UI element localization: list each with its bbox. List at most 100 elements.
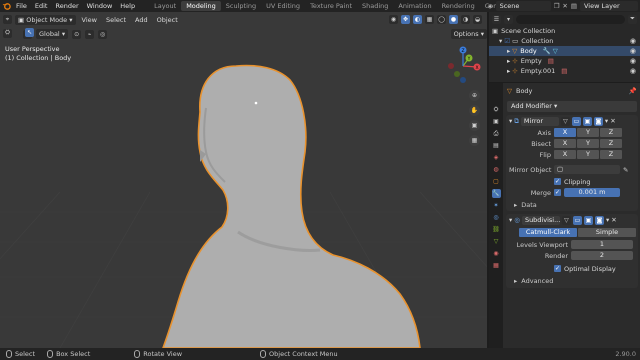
xray-icon[interactable]: ▦ xyxy=(425,15,434,24)
bisect-y-toggle[interactable]: Y xyxy=(577,139,599,148)
gizmo-toggle-icon[interactable]: ✥ xyxy=(401,15,410,24)
menu-file[interactable]: File xyxy=(12,2,31,10)
expand-arrow-icon[interactable]: ▸ xyxy=(507,47,510,55)
mirror-data-subpanel[interactable]: ▸ Data xyxy=(506,198,638,211)
edit-mode-toggle-icon[interactable]: ▽ xyxy=(560,116,570,126)
bisect-x-toggle[interactable]: X xyxy=(554,139,576,148)
axis-x-toggle[interactable]: X xyxy=(554,128,576,137)
outliner-item-empty-001[interactable]: ▸ ⊹ Empty.001 ▤ ◉ xyxy=(489,66,640,76)
copy-icon[interactable]: ❐ xyxy=(554,2,560,10)
scene-tab-icon[interactable]: ◈ xyxy=(492,153,501,162)
collapse-arrow-icon[interactable]: ▾ xyxy=(509,216,512,224)
edit-mode-toggle-icon[interactable]: ▽ xyxy=(561,215,571,225)
viewport-menu-add[interactable]: Add xyxy=(132,16,151,24)
eye-icon[interactable]: ◉ xyxy=(630,37,636,45)
tool-settings-icon[interactable]: ⛭ xyxy=(3,28,12,38)
eye-icon[interactable]: ◉ xyxy=(630,47,636,55)
camera-toggle-icon[interactable]: ◙ xyxy=(594,215,604,225)
checkbox-icon[interactable]: ☑ xyxy=(504,37,510,45)
realtime-toggle-icon[interactable]: ▭ xyxy=(571,116,581,126)
outliner-item-body[interactable]: ▸ ▽ Body 🔧 ▽ ◉ xyxy=(489,46,640,56)
tab-layout[interactable]: Layout xyxy=(149,1,181,11)
flip-x-toggle[interactable]: X xyxy=(554,150,576,159)
3d-viewport[interactable]: ⌖ ▣ Object Mode ▾ View Select Add Object… xyxy=(0,12,487,348)
optimal-display-checkbox[interactable]: ✓ xyxy=(554,265,561,272)
dropdown-arrow-icon[interactable]: ▾ xyxy=(606,216,609,224)
tool-tab-icon[interactable]: ⛭ xyxy=(492,105,501,114)
dropdown-arrow-icon[interactable]: ▾ xyxy=(605,117,608,125)
funnel-icon[interactable]: ⏷ xyxy=(628,14,637,24)
tab-sculpting[interactable]: Sculpting xyxy=(221,1,261,11)
collapse-arrow-icon[interactable]: ▾ xyxy=(509,117,512,125)
tab-animation[interactable]: Animation xyxy=(393,1,436,11)
navigation-gizmo[interactable]: X Y Z xyxy=(443,44,483,84)
simple-toggle[interactable]: Simple xyxy=(578,228,636,237)
physics-tab-icon[interactable]: ◎ xyxy=(492,213,501,222)
material-tab-icon[interactable]: ◉ xyxy=(492,249,501,258)
clipping-checkbox[interactable]: ✓ xyxy=(554,178,561,185)
outliner-scene-collection[interactable]: ▣ Scene Collection xyxy=(489,26,640,36)
menu-window[interactable]: Window xyxy=(83,2,117,10)
expand-arrow-icon[interactable]: ▸ xyxy=(507,67,510,75)
pin-icon[interactable]: 📌 xyxy=(629,87,637,95)
subdivision-name-field[interactable]: Subdivisi... xyxy=(521,215,560,225)
view-layer-selector[interactable]: View Layer xyxy=(580,1,638,11)
expand-arrow-icon[interactable]: ▸ xyxy=(514,201,517,209)
flip-y-toggle[interactable]: Y xyxy=(577,150,599,159)
particles-tab-icon[interactable]: ✶ xyxy=(492,201,501,210)
expand-arrow-icon[interactable]: ▸ xyxy=(514,277,517,285)
subdivision-modifier-header[interactable]: ▾ ◎ Subdivisi... ▽ ▭ ▣ ◙ ▾ ✕ xyxy=(506,214,638,226)
snap-icon[interactable]: ⌁ xyxy=(85,29,95,39)
data-tab-icon[interactable]: ▽ xyxy=(492,237,501,246)
proportional-edit-icon[interactable]: ◎ xyxy=(98,29,108,39)
neg-x-axis-handle[interactable] xyxy=(448,63,454,69)
outliner-filter-icon[interactable]: ▾ xyxy=(504,14,513,24)
merge-checkbox[interactable]: ✓ xyxy=(554,189,561,196)
material-shading-icon[interactable]: ◑ xyxy=(461,15,470,24)
rendered-shading-icon[interactable]: ◒ xyxy=(473,15,482,24)
viewport-menu-object[interactable]: Object xyxy=(154,16,181,24)
render-toggle-icon[interactable]: ▣ xyxy=(583,215,593,225)
solid-shading-icon[interactable]: ● xyxy=(449,15,458,24)
transform-orientation-dropdown[interactable]: Global ▾ xyxy=(36,29,69,39)
overlay-toggle-icon[interactable]: ◐ xyxy=(413,15,422,24)
pivot-icon[interactable]: ⊙ xyxy=(72,29,82,39)
scene-selector[interactable]: Scene xyxy=(495,1,551,11)
catmull-clark-toggle[interactable]: Catmull-Clark xyxy=(519,228,577,237)
constraints-tab-icon[interactable]: ⛓ xyxy=(492,225,501,234)
neg-y-axis-handle[interactable] xyxy=(454,71,460,77)
menu-help[interactable]: Help xyxy=(116,2,139,10)
tab-uv-editing[interactable]: UV Editing xyxy=(261,1,305,11)
flip-z-toggle[interactable]: Z xyxy=(600,150,622,159)
blender-logo-icon[interactable] xyxy=(0,0,12,12)
mirror-object-field[interactable]: ▢ xyxy=(554,165,620,174)
modifier-tab-icon[interactable]: 🔧 xyxy=(491,189,501,198)
eye-icon[interactable]: ◉ xyxy=(630,67,636,75)
outliner-item-collection[interactable]: ▾ ☑ ▭ Collection ◉ xyxy=(489,36,640,46)
remove-modifier-icon[interactable]: ✕ xyxy=(611,216,616,224)
object-mode-dropdown[interactable]: ▣ Object Mode ▾ xyxy=(15,14,76,25)
output-tab-icon[interactable]: ⎙ xyxy=(492,129,501,138)
render-toggle-icon[interactable]: ▣ xyxy=(582,116,592,126)
levels-viewport-field[interactable]: 1 xyxy=(571,240,633,249)
mirror-modifier-header[interactable]: ▾ ⧉ Mirror ▽ ▭ ▣ ◙ ▾ ✕ xyxy=(506,115,638,127)
add-modifier-dropdown[interactable]: Add Modifier ▾ xyxy=(507,101,637,112)
visibility-icon[interactable]: ◉ xyxy=(389,15,398,24)
neg-z-axis-handle[interactable] xyxy=(460,77,466,83)
outliner-item-empty[interactable]: ▸ ⊹ Empty ▤ ◉ xyxy=(489,56,640,66)
select-tool-button[interactable]: ↖ xyxy=(25,28,34,37)
bisect-z-toggle[interactable]: Z xyxy=(600,139,622,148)
view-layer-tab-icon[interactable]: ▤ xyxy=(492,141,501,150)
viewport-menu-view[interactable]: View xyxy=(79,16,100,24)
viewport-menu-select[interactable]: Select xyxy=(103,16,129,24)
render-tab-icon[interactable]: ▣ xyxy=(492,117,501,126)
outliner-search-input[interactable] xyxy=(516,14,625,24)
tab-shading[interactable]: Shading xyxy=(357,1,393,11)
camera-toggle-icon[interactable]: ◙ xyxy=(593,116,603,126)
camera-icon[interactable]: ▣ xyxy=(469,120,480,131)
world-tab-icon[interactable]: ◍ xyxy=(492,165,501,174)
render-levels-field[interactable]: 2 xyxy=(571,251,633,260)
texture-tab-icon[interactable]: ▦ xyxy=(492,261,501,270)
remove-modifier-icon[interactable]: ✕ xyxy=(610,117,615,125)
menu-render[interactable]: Render xyxy=(51,2,82,10)
